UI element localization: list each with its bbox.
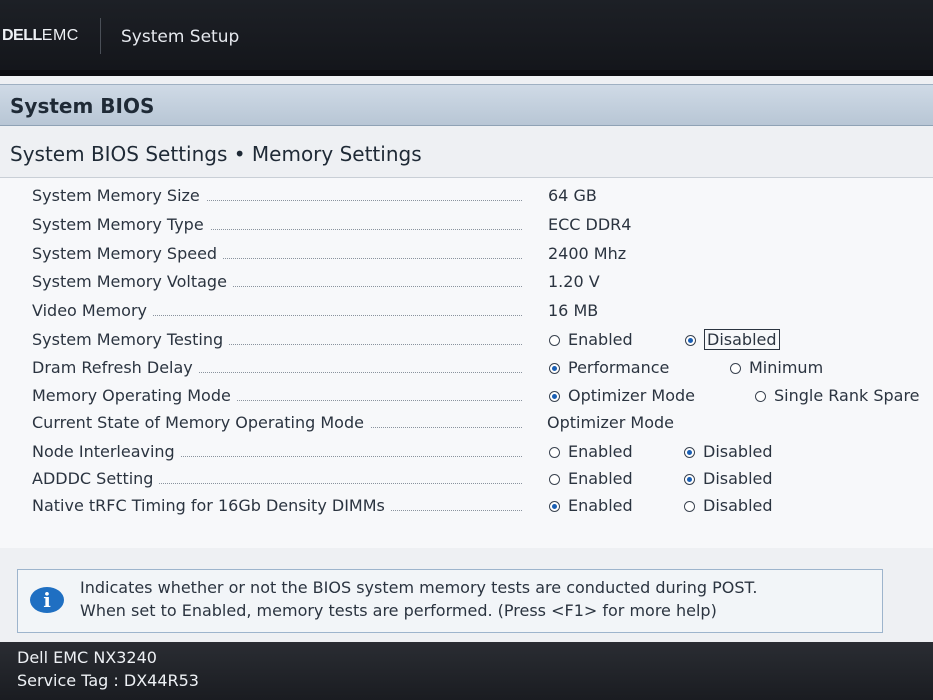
footer-bar: Dell EMC NX3240 Service Tag : DX44R53 [0,642,933,700]
help-text: Indicates whether or not the BIOS system… [80,576,757,622]
radio-unselected-icon [549,447,560,458]
help-line-2: When set to Enabled, memory tests are pe… [80,601,717,620]
brand-divider [100,18,101,54]
setting-value: 1.20 V [548,272,600,291]
radio-unselected-icon [684,501,695,512]
setting-value: 2400 Mhz [548,244,627,263]
setting-label: Video Memory [32,298,522,324]
radio-selected-icon [549,391,560,402]
setting-row-memory-testing: System Memory Testing Enabled Disabled [0,327,933,353]
radio-node-interleaving-enabled[interactable]: Enabled [549,439,633,465]
page-title: System BIOS Settings • Memory Settings [10,142,422,166]
radio-memory-testing-enabled[interactable]: Enabled [549,327,633,353]
setting-label: Node Interleaving [32,439,522,465]
radio-memory-testing-disabled[interactable]: Disabled [685,327,780,353]
radio-selected-icon [684,474,695,485]
setting-row-node-interleaving: Node Interleaving Enabled Disabled [0,439,933,465]
radio-selected-icon [549,363,560,374]
setting-label: System Memory Voltage [32,269,522,295]
radio-selected-icon [684,447,695,458]
help-line-1: Indicates whether or not the BIOS system… [80,578,758,597]
setting-row-memory-operating-mode: Memory Operating Mode Optimizer Mode Sin… [0,383,933,409]
service-tag: Service Tag : DX44R53 [17,671,199,690]
top-bar: DELLEMC System Setup [0,0,933,70]
setting-label: System Memory Type [32,212,522,238]
setting-row-memory-voltage: System Memory Voltage 1.20 V [0,269,933,295]
radio-single-rank-spare[interactable]: Single Rank Spare [755,383,920,409]
radio-unselected-icon [549,474,560,485]
setting-label: Memory Operating Mode [32,383,522,409]
setting-value: ECC DDR4 [548,215,632,234]
setting-label: Native tRFC Timing for 16Gb Density DIMM… [32,493,522,519]
help-box: i Indicates whether or not the BIOS syst… [17,569,883,633]
setting-value: 16 MB [548,301,599,320]
setting-label: System Memory Testing [32,327,522,353]
radio-adddc-disabled[interactable]: Disabled [684,466,773,492]
radio-dram-performance[interactable]: Performance [549,355,669,381]
radio-optimizer-mode[interactable]: Optimizer Mode [549,383,695,409]
settings-list: System Memory Size 64 GB System Memory T… [0,177,933,548]
radio-trfc-enabled[interactable]: Enabled [549,493,633,519]
setting-row-memory-type: System Memory Type ECC DDR4 [0,212,933,238]
radio-trfc-disabled[interactable]: Disabled [684,493,773,519]
setting-row-adddc: ADDDC Setting Enabled Disabled [0,466,933,492]
setting-row-memory-size: System Memory Size 64 GB [0,183,933,209]
setting-row-memory-speed: System Memory Speed 2400 Mhz [0,241,933,267]
setting-row-native-trfc: Native tRFC Timing for 16Gb Density DIMM… [0,493,933,519]
setting-label: Dram Refresh Delay [32,355,522,381]
radio-unselected-icon [755,391,766,402]
radio-node-interleaving-disabled[interactable]: Disabled [684,439,773,465]
radio-selected-icon [685,335,696,346]
radio-unselected-icon [730,363,741,374]
radio-unselected-icon [549,335,560,346]
setting-row-video-memory: Video Memory 16 MB [0,298,933,324]
setting-value: 64 GB [548,186,597,205]
app-title: System Setup [121,27,240,47]
setting-value: Optimizer Mode [547,413,674,432]
dell-emc-logo: DELLEMC [2,27,79,44]
section-title: System BIOS [10,94,155,118]
radio-adddc-enabled[interactable]: Enabled [549,466,633,492]
info-icon: i [30,587,64,613]
radio-dram-minimum[interactable]: Minimum [730,355,823,381]
section-header: System BIOS [0,84,933,126]
system-model: Dell EMC NX3240 [17,648,157,667]
main-screen: System BIOS System BIOS Settings • Memor… [0,76,933,642]
setting-row-dram-refresh-delay: Dram Refresh Delay Performance Minimum [0,355,933,381]
setting-row-current-memory-mode: Current State of Memory Operating Mode O… [0,410,933,436]
setting-label: System Memory Speed [32,241,522,267]
setting-label: ADDDC Setting [32,466,522,492]
radio-selected-icon [549,501,560,512]
setting-label: Current State of Memory Operating Mode [32,410,522,436]
setting-label: System Memory Size [32,183,522,209]
